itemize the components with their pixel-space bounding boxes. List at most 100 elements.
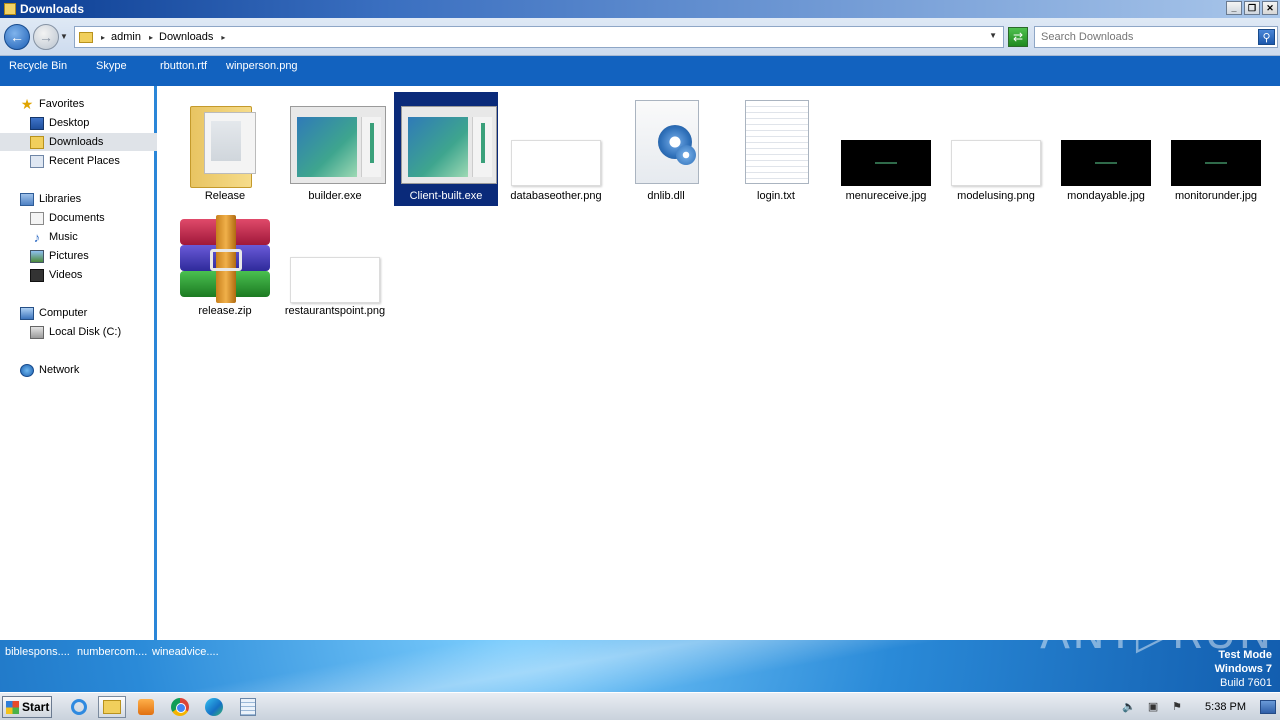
downloads-folder-icon xyxy=(30,135,44,149)
blank-image xyxy=(511,140,601,186)
nav-pictures[interactable]: Pictures xyxy=(0,247,157,265)
action-center-flag-icon[interactable]: ⚑ xyxy=(1169,700,1185,714)
file-name: Release xyxy=(204,190,246,202)
taskbar-windows-explorer[interactable] xyxy=(98,696,126,718)
taskbar-media-player[interactable] xyxy=(132,696,160,718)
search-box[interactable]: ⚲ xyxy=(1034,26,1278,48)
breadcrumb-admin[interactable]: ▸ admin xyxy=(101,31,141,43)
pictures-icon xyxy=(30,249,44,263)
file-item-modelusing-png[interactable]: modelusing.png xyxy=(944,92,1048,206)
breadcrumb-more[interactable]: ▸ xyxy=(221,33,231,42)
file-item-builder-exe[interactable]: builder.exe xyxy=(283,92,387,206)
recent-pages-dropdown-icon[interactable]: ▼ xyxy=(60,32,68,41)
file-name: dnlib.dll xyxy=(647,190,685,202)
file-item-mondayable-jpg[interactable]: mondayable.jpg xyxy=(1054,92,1158,206)
refresh-button[interactable]: ⇄ xyxy=(1008,27,1028,47)
windows-explorer-icon xyxy=(103,700,121,714)
file-item-databaseother-png[interactable]: databaseother.png xyxy=(504,92,608,206)
chevron-right-icon[interactable]: ▸ xyxy=(221,33,225,42)
window-side xyxy=(361,117,381,177)
start-button[interactable]: Start xyxy=(2,696,52,718)
file-item-release-folder[interactable]: Release xyxy=(173,92,277,206)
notepad-icon xyxy=(240,698,256,716)
nav-documents[interactable]: Documents xyxy=(0,209,157,227)
minimize-button[interactable]: _ xyxy=(1226,1,1242,15)
network-icon xyxy=(20,363,34,377)
taskbar-notepad[interactable] xyxy=(234,696,262,718)
show-desktop-button[interactable] xyxy=(1260,700,1276,714)
clock[interactable]: 5:38 PM xyxy=(1205,701,1246,713)
nav-videos[interactable]: Videos xyxy=(0,266,157,284)
folder-icon xyxy=(180,100,270,188)
file-name: mondayable.jpg xyxy=(1067,190,1145,202)
search-input[interactable] xyxy=(1041,31,1251,43)
nav-label: Pictures xyxy=(49,250,89,262)
window-controls: _ ❐ ✕ xyxy=(1226,1,1278,15)
nav-label: Network xyxy=(39,364,80,376)
desktop-icon-label[interactable]: numbercom.... xyxy=(77,646,147,658)
address-bar[interactable]: ▸ admin ▸ Downloads ▸ ▼ xyxy=(74,26,1004,48)
nav-network[interactable]: Network xyxy=(20,361,177,379)
dll-page xyxy=(635,100,699,184)
file-item-release-zip[interactable]: release.zip xyxy=(173,207,277,321)
start-label: Start xyxy=(22,700,50,714)
file-item-restaurantspoint-png[interactable]: restaurantspoint.png xyxy=(283,207,387,321)
black-image xyxy=(1061,140,1151,186)
nav-label: Desktop xyxy=(49,117,90,129)
desktop-icon-rbutton[interactable]: rbutton.rtf xyxy=(160,60,207,72)
gear-small xyxy=(676,145,696,165)
libraries-icon xyxy=(20,192,34,206)
file-item-monitorunder-jpg[interactable]: monitorunder.jpg xyxy=(1164,92,1268,206)
system-tray: 🔈 ▣ ⚑ 5:38 PM xyxy=(1117,693,1280,720)
desktop-icon-winperson[interactable]: winperson.png xyxy=(226,60,298,72)
nav-music[interactable]: ♪ Music xyxy=(0,228,157,246)
application-icon xyxy=(290,100,386,186)
nav-desktop[interactable]: Desktop xyxy=(0,114,157,132)
address-dropdown-icon[interactable]: ▼ xyxy=(989,31,997,40)
watermark-line1: Test Mode xyxy=(1218,649,1272,661)
documents-icon xyxy=(30,211,44,225)
text-page xyxy=(745,100,809,184)
close-button[interactable]: ✕ xyxy=(1262,1,1278,15)
file-name: monitorunder.jpg xyxy=(1175,190,1257,202)
taskbar-internet-explorer[interactable] xyxy=(65,696,93,718)
back-button[interactable]: ← xyxy=(4,24,30,50)
nav-downloads[interactable]: Downloads xyxy=(0,133,157,151)
nav-libraries[interactable]: Libraries xyxy=(20,190,177,208)
file-item-menureceive-jpg[interactable]: menureceive.jpg xyxy=(834,92,938,206)
restore-button[interactable]: ❐ xyxy=(1244,1,1260,15)
nav-favorites[interactable]: ★ Favorites xyxy=(20,95,177,113)
desktop-icon-label[interactable]: wineadvice.... xyxy=(152,646,219,658)
desktop-icon-recycle-bin[interactable]: Recycle Bin xyxy=(9,60,67,72)
internet-explorer-icon xyxy=(71,699,87,715)
file-name: restaurantspoint.png xyxy=(284,305,386,317)
search-icon[interactable]: ⚲ xyxy=(1258,29,1275,45)
network-tray-icon[interactable]: ▣ xyxy=(1145,700,1161,714)
volume-icon[interactable]: 🔈 xyxy=(1121,700,1137,714)
title-bar[interactable]: Downloads _ ❐ ✕ xyxy=(0,0,1280,18)
blank-image xyxy=(290,257,380,303)
file-view: Release builder.exe Client-built.exe dat… xyxy=(160,86,1280,640)
chevron-right-icon[interactable]: ▸ xyxy=(101,33,105,42)
file-item-login-txt[interactable]: login.txt xyxy=(724,92,828,206)
nav-recent-places[interactable]: Recent Places xyxy=(0,152,157,170)
desktop-icon-label[interactable]: biblespons.... xyxy=(5,646,70,658)
chevron-right-icon[interactable]: ▸ xyxy=(149,33,153,42)
taskbar-chrome[interactable] xyxy=(166,696,194,718)
file-item-client-built-exe[interactable]: Client-built.exe xyxy=(394,92,498,206)
image-thumbnail xyxy=(1061,100,1151,186)
nav-label: Computer xyxy=(39,307,88,319)
nav-computer[interactable]: Computer xyxy=(20,304,177,322)
recent-places-icon xyxy=(30,154,44,168)
watermark-line2: Windows 7 xyxy=(1214,663,1272,675)
nav-local-disk[interactable]: Local Disk (C:) xyxy=(0,323,157,341)
address-toolbar: ← → ▼ ▸ admin ▸ Downloads ▸ ▼ ⇄ ⚲ xyxy=(0,18,1280,56)
videos-icon xyxy=(30,268,44,282)
file-name: login.txt xyxy=(757,190,795,202)
taskbar-edge[interactable] xyxy=(200,696,228,718)
file-item-dnlib-dll[interactable]: dnlib.dll xyxy=(614,92,718,206)
breadcrumb-downloads[interactable]: ▸ Downloads xyxy=(149,31,213,43)
forward-button[interactable]: → xyxy=(33,24,59,50)
desktop-icon-skype[interactable]: Skype xyxy=(96,60,127,72)
file-name: modelusing.png xyxy=(957,190,1035,202)
